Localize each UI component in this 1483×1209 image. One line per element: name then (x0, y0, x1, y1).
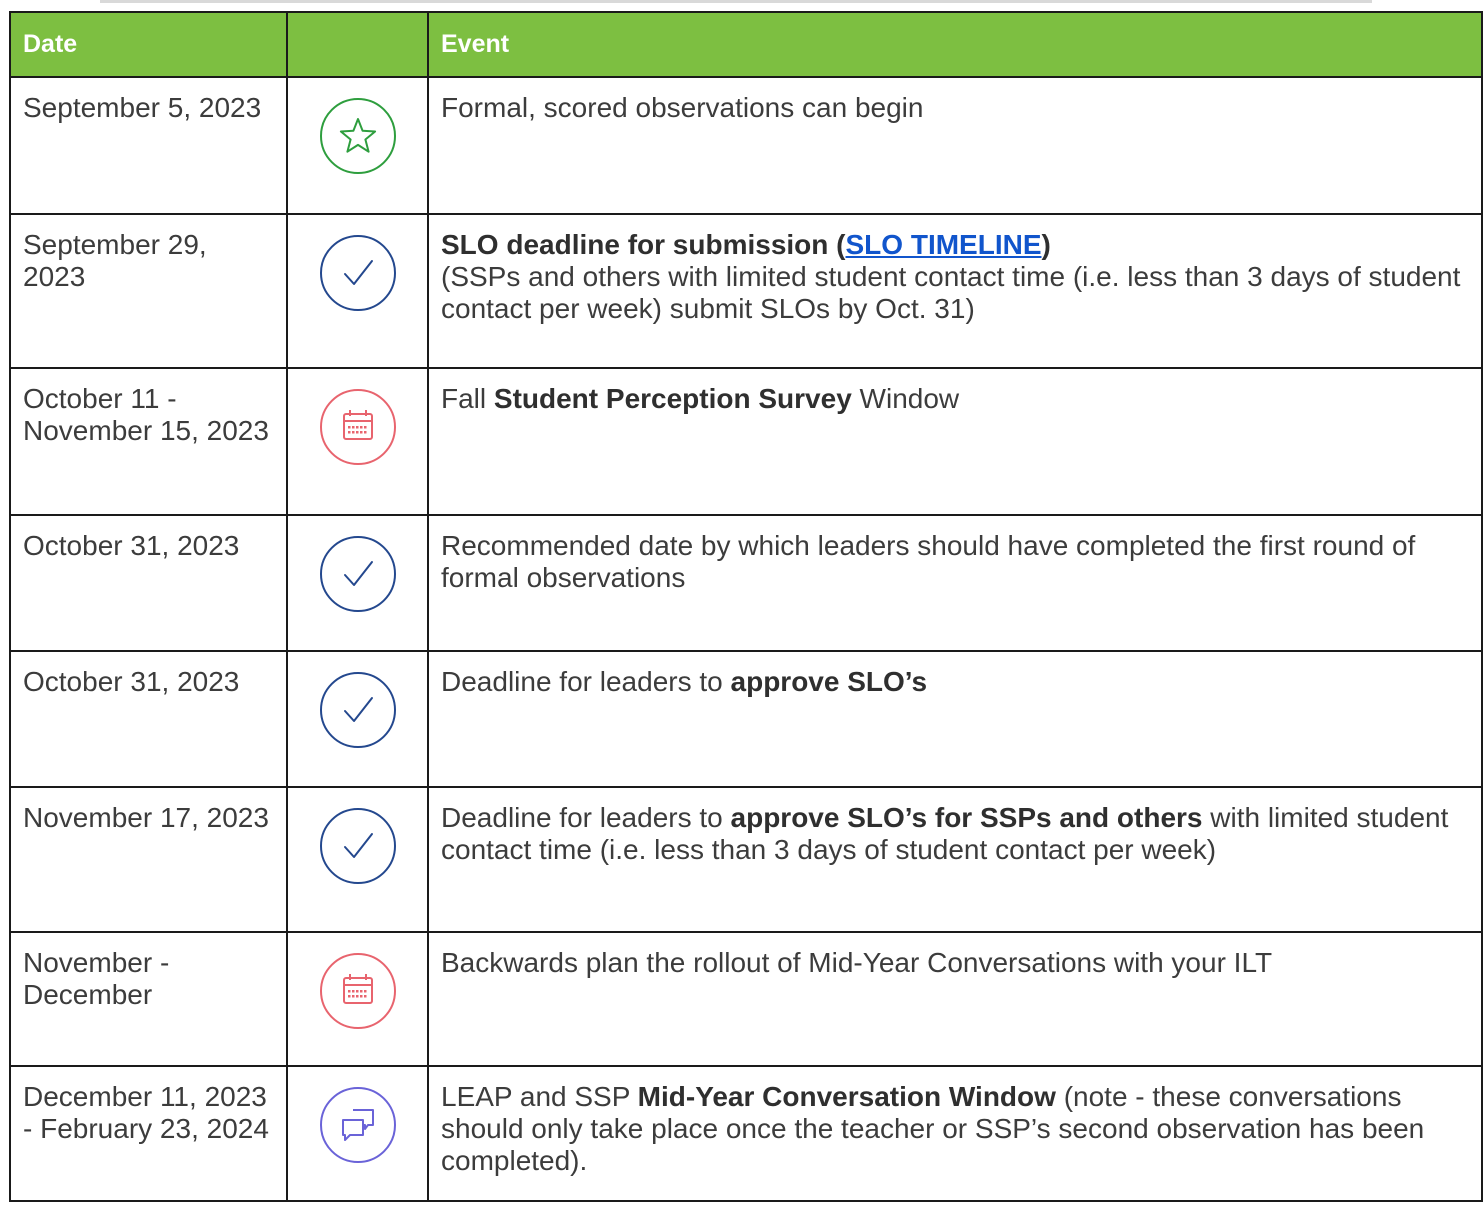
icon-cell (286, 650, 429, 788)
event-bold-text: approve SLO’s for SSPs and others (730, 802, 1203, 833)
calendar-icon (319, 952, 397, 1037)
icon-cell (286, 76, 429, 215)
table-row: September 5, 2023 Formal, scored observa… (9, 76, 1483, 215)
icon-cell (286, 1065, 429, 1202)
check-icon (319, 671, 397, 756)
table-row: November 17, 2023 Deadline for leaders t… (9, 786, 1483, 933)
event-bold-text: Mid-Year Conversation Window (637, 1081, 1056, 1112)
date-cell: October 31, 2023 (9, 514, 288, 652)
event-text: LEAP and SSP (441, 1081, 638, 1112)
check-icon (319, 807, 397, 892)
date-cell: September 29, 2023 (9, 213, 288, 369)
table-row: October 31, 2023 Deadline for leaders to… (9, 650, 1483, 788)
event-cell: LEAP and SSP Mid-Year Conversation Windo… (427, 1065, 1483, 1202)
event-bold-text: SLO deadline for submission ( (441, 229, 846, 260)
timeline-table: Date Event September 5, 2023 Formal, sco… (9, 11, 1483, 1202)
event-text: Window (851, 383, 960, 414)
event-cell: Deadline for leaders to approve SLO’s fo… (427, 786, 1483, 933)
header-event: Event (427, 11, 1483, 78)
top-rule (100, 0, 1372, 3)
event-cell: Deadline for leaders to approve SLO’s (427, 650, 1483, 788)
event-cell: Recommended date by which leaders should… (427, 514, 1483, 652)
table-row: October 31, 2023 Recommended date by whi… (9, 514, 1483, 652)
check-icon (319, 535, 397, 620)
event-bold-text: Student Perception Survey (493, 383, 852, 414)
table-row: October 11 - November 15, 2023 Fall Stud… (9, 367, 1483, 516)
event-text: Fall (441, 383, 494, 414)
icon-cell (286, 931, 429, 1067)
header-icon (286, 11, 429, 78)
header-date: Date (9, 11, 288, 78)
slo-timeline-link[interactable]: SLO TIMELINE (846, 229, 1042, 260)
header-row: Date Event (9, 11, 1483, 78)
icon-cell (286, 367, 429, 516)
calendar-icon (319, 388, 397, 473)
event-text: Deadline for leaders to (441, 802, 731, 833)
event-cell: Formal, scored observations can begin (427, 76, 1483, 215)
event-text: Deadline for leaders to (441, 666, 731, 697)
event-cell: Backwards plan the rollout of Mid-Year C… (427, 931, 1483, 1067)
icon-cell (286, 514, 429, 652)
icon-cell (286, 786, 429, 933)
event-cell: SLO deadline for submission (SLO TIMELIN… (427, 213, 1483, 369)
event-text: Recommended date by which leaders should… (441, 530, 1416, 593)
star-icon (319, 97, 397, 182)
date-cell: September 5, 2023 (9, 76, 288, 215)
event-text: Formal, scored observations can begin (441, 92, 924, 123)
date-cell: October 31, 2023 (9, 650, 288, 788)
check-icon (319, 234, 397, 319)
event-bold-text: approve SLO’s (730, 666, 928, 697)
date-cell: November - December (9, 931, 288, 1067)
icon-cell (286, 213, 429, 369)
table-row: November - December Backwards plan the r… (9, 931, 1483, 1067)
event-cell: Fall Student Perception Survey Window (427, 367, 1483, 516)
table-row: December 11, 2023 - February 23, 2024 LE… (9, 1065, 1483, 1202)
event-text: Backwards plan the rollout of Mid-Year C… (441, 947, 1273, 978)
date-cell: October 11 - November 15, 2023 (9, 367, 288, 516)
table-row: September 29, 2023 SLO deadline for subm… (9, 213, 1483, 369)
event-bold-text: ) (1041, 229, 1051, 260)
date-cell: November 17, 2023 (9, 786, 288, 933)
chat-icon (319, 1086, 397, 1171)
date-cell: December 11, 2023 - February 23, 2024 (9, 1065, 288, 1202)
event-text: (SSPs and others with limited student co… (441, 261, 1461, 324)
